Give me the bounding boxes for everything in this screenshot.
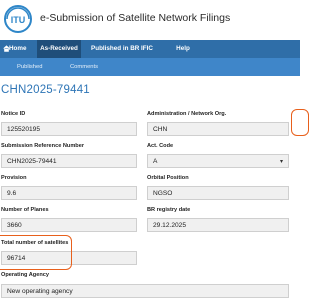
act-code-value: A: [153, 158, 158, 165]
notice-id-field[interactable]: 125520195: [1, 122, 137, 136]
highlight-right-edge: [291, 109, 309, 136]
operating-agency-label: Operating Agency: [1, 272, 49, 278]
itu-logo-icon[interactable]: ITU: [3, 4, 33, 35]
notice-id-label: Notice ID: [1, 111, 26, 117]
orbital-position-field[interactable]: NGSO: [147, 186, 289, 200]
nav-as-received[interactable]: As-Received: [37, 40, 81, 58]
header-bar: ITU e-Submission of Satellite Network Fi…: [0, 0, 300, 40]
home-icon: [3, 45, 10, 52]
orbital-position-label: Orbital Position: [147, 175, 189, 181]
act-code-label: Act. Code: [147, 143, 174, 149]
br-registry-date-label: BR registry date: [147, 207, 191, 213]
highlight-total-satellites: [0, 235, 72, 270]
administration-label: Administration / Network Org.: [147, 111, 227, 117]
sub-nav: Published Comments: [0, 58, 300, 76]
provision-label: Provision: [1, 175, 27, 181]
subnav-comments[interactable]: Comments: [70, 58, 98, 76]
nav-help[interactable]: Help: [163, 40, 203, 58]
operating-agency-field[interactable]: New operating agency: [1, 284, 289, 298]
nav-home[interactable]: Home: [0, 40, 37, 58]
main-nav: Home As-Received Published in BR IFIC He…: [0, 40, 300, 58]
submission-ref-field[interactable]: CHN2025-79441: [1, 154, 137, 168]
submission-ref-label: Submission Reference Number: [1, 143, 84, 149]
number-of-planes-label: Number of Planes: [1, 207, 49, 213]
app-title: e-Submission of Satellite Network Filing…: [40, 12, 231, 24]
administration-field[interactable]: CHN: [147, 122, 289, 136]
svg-text:ITU: ITU: [11, 15, 26, 25]
provision-field[interactable]: 9.6: [1, 186, 137, 200]
br-registry-date-field[interactable]: 29.12.2025: [147, 218, 289, 232]
subnav-published[interactable]: Published: [17, 58, 42, 76]
nav-home-label: Home: [9, 45, 27, 52]
page-title: CHN2025-79441: [1, 84, 90, 96]
number-of-planes-field[interactable]: 3660: [1, 218, 137, 232]
chevron-down-icon: ▾: [279, 159, 283, 165]
nav-published-br-ific[interactable]: Published in BR IFIC: [81, 40, 163, 58]
act-code-select[interactable]: A ▾: [147, 154, 289, 168]
